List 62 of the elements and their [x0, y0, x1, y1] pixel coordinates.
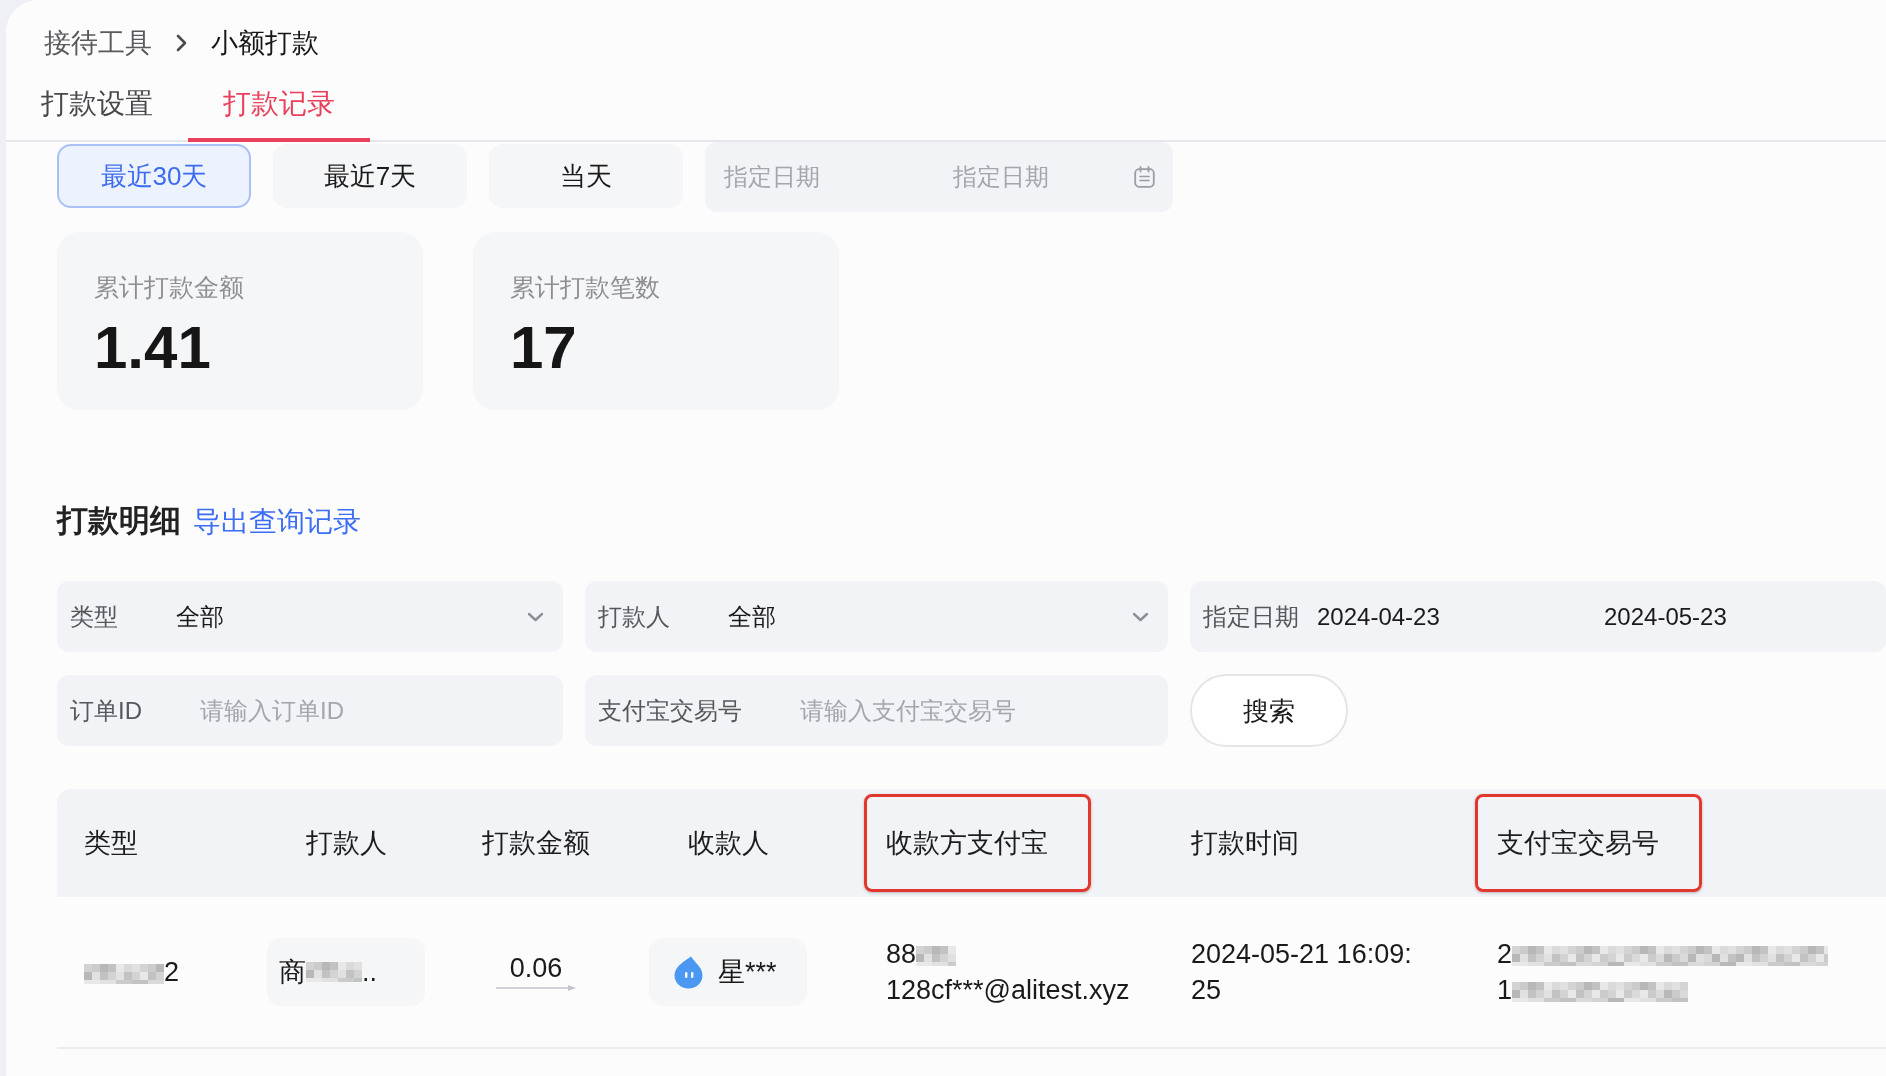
- column-header: 支付宝交易号: [1475, 794, 1702, 892]
- pixel-mosaic-icon: [84, 963, 164, 984]
- payer-chip[interactable]: 商 ..: [267, 938, 425, 1006]
- date-value: 2024-04-23: [1317, 601, 1440, 632]
- stat-value: 17: [510, 316, 577, 380]
- cell-text: 2: [164, 957, 180, 987]
- field-label: 打款人: [598, 601, 670, 632]
- placeholder-text: 指定日期: [953, 162, 1049, 192]
- cell-text: 商: [279, 956, 306, 989]
- stat-value: 1.41: [94, 316, 211, 380]
- field-label: 支付宝交易号: [598, 695, 742, 726]
- column-header: 打款人: [304, 827, 388, 860]
- chevron-right-icon: [176, 34, 187, 52]
- select-field[interactable]: 打款人 全部: [585, 581, 1168, 652]
- input-field[interactable]: 请输入订单ID: [200, 690, 544, 731]
- date-preset-button[interactable]: 最近7天: [273, 144, 467, 208]
- export-link[interactable]: 导出查询记录: [193, 504, 361, 540]
- date-preset-button[interactable]: 最近30天: [57, 144, 251, 208]
- column-header: 类型: [83, 827, 139, 860]
- column-header: 打款时间: [1190, 827, 1300, 860]
- date-value: 2024-05-23: [1604, 601, 1727, 632]
- field-label: 订单ID: [70, 695, 142, 726]
- date-range-field[interactable]: 指定日期 2024-04-23 2024-05-23: [1190, 581, 1886, 652]
- pixel-mosaic-icon: [1512, 945, 1829, 966]
- cell-text: 128cf***@alit: [886, 975, 1046, 1005]
- field-label: 类型: [70, 601, 118, 632]
- cell-text: est.xyz: [1045, 975, 1130, 1005]
- amount-text: 0.06: [509, 952, 563, 984]
- payee-chip[interactable]: 星***: [649, 938, 807, 1006]
- pixel-mosaic-icon: [1512, 981, 1689, 1002]
- column-header: 收款方支付宝: [864, 794, 1091, 892]
- section-title: 打款明细: [57, 503, 181, 539]
- droplet-avatar-icon: [673, 955, 704, 989]
- select-field[interactable]: 类型 全部: [57, 581, 563, 652]
- select-value: 全部: [176, 601, 224, 632]
- chevron-down-icon: [527, 611, 544, 622]
- pixel-mosaic-icon: [306, 962, 362, 982]
- breadcrumb-link[interactable]: 接待工具: [44, 25, 152, 61]
- stat-label: 累计打款金额: [94, 272, 244, 302]
- cell-text: ..: [362, 956, 377, 989]
- input-field[interactable]: 请输入支付宝交易号: [800, 690, 1149, 731]
- chevron-down-icon: [1132, 611, 1149, 622]
- arrow-underline-icon: [496, 984, 576, 992]
- date-preset-button[interactable]: 当天: [489, 144, 683, 208]
- calendar-icon: [1134, 166, 1155, 188]
- filter-field[interactable]: 订单ID 请输入订单ID: [57, 675, 563, 746]
- tab[interactable]: 打款设置: [6, 66, 188, 142]
- column-header: 打款金额: [481, 827, 591, 860]
- field-label: 指定日期: [1203, 601, 1299, 632]
- payee-name: 星***: [718, 956, 777, 989]
- placeholder-text: 指定日期: [724, 162, 820, 192]
- breadcrumb-link[interactable]: 小额打款: [211, 25, 319, 61]
- pixel-mosaic-icon: [916, 945, 957, 966]
- cell-text: 88: [886, 939, 917, 969]
- search-button[interactable]: 搜索: [1190, 674, 1348, 747]
- cell-text: 2: [1497, 939, 1513, 969]
- stat-label: 累计打款笔数: [510, 272, 660, 302]
- column-header: 收款人: [686, 827, 770, 860]
- cell-text: 1: [1497, 975, 1513, 1005]
- table-cell-text: 2024-05-21 16:09:25: [1191, 938, 1413, 1007]
- select-value: 全部: [728, 601, 776, 632]
- filter-field[interactable]: 支付宝交易号 请输入支付宝交易号: [585, 675, 1168, 746]
